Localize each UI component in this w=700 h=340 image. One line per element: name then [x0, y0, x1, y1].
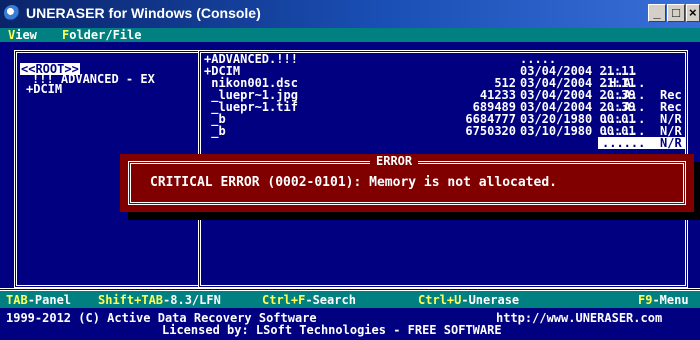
website-url: http://www.UNERASER.com: [496, 311, 663, 325]
error-message: CRITICAL ERROR (0002-0101): Memory is no…: [150, 175, 557, 190]
maximize-button[interactable]: □: [667, 4, 685, 22]
close-button[interactable]: ×: [686, 4, 700, 22]
help-ctrl-f-search[interactable]: Ctrl+F-Search: [262, 293, 356, 307]
help-tab-panel[interactable]: TAB-Panel: [6, 293, 71, 307]
window-title: UNERASER for Windows (Console): [26, 5, 261, 21]
help-ctrl-u-unerase[interactable]: Ctrl+U-Unerase: [418, 293, 519, 307]
app-icon[interactable]: [4, 5, 20, 21]
menu-folder-label: older/File: [69, 28, 142, 42]
license-text: Licensed by: LSoft Technologies - FREE S…: [162, 323, 502, 337]
help-label: -8.3/LFN: [163, 293, 221, 307]
tree-item-dcim[interactable]: +DCIM: [26, 83, 62, 95]
minimize-button[interactable]: _: [648, 4, 666, 22]
file-size: 6750320: [465, 124, 516, 138]
file-recovery-status: N/R: [660, 136, 682, 150]
menu-folder-file[interactable]: Folder/File: [62, 28, 141, 42]
error-dialog-title: ERROR: [370, 155, 419, 167]
menu-view[interactable]: View: [8, 28, 37, 42]
help-shift-tab[interactable]: Shift+TAB-8.3/LFN: [98, 293, 221, 307]
help-key: Ctrl+U: [418, 293, 462, 307]
help-label: -Unerase: [461, 293, 520, 307]
help-f9-menu[interactable]: F9-Menu: [638, 293, 689, 307]
help-label: -Search: [305, 293, 356, 307]
file-name: _b: [204, 124, 226, 138]
help-key: TAB: [6, 293, 28, 307]
help-label: -Menu: [652, 293, 689, 307]
help-key: Ctrl+F: [262, 293, 306, 307]
menu-view-label: iew: [15, 28, 37, 42]
help-key: F9: [638, 293, 653, 307]
file-attributes: ......: [602, 136, 646, 150]
help-label: -Panel: [27, 293, 72, 307]
help-key: Shift+TAB: [98, 293, 164, 307]
